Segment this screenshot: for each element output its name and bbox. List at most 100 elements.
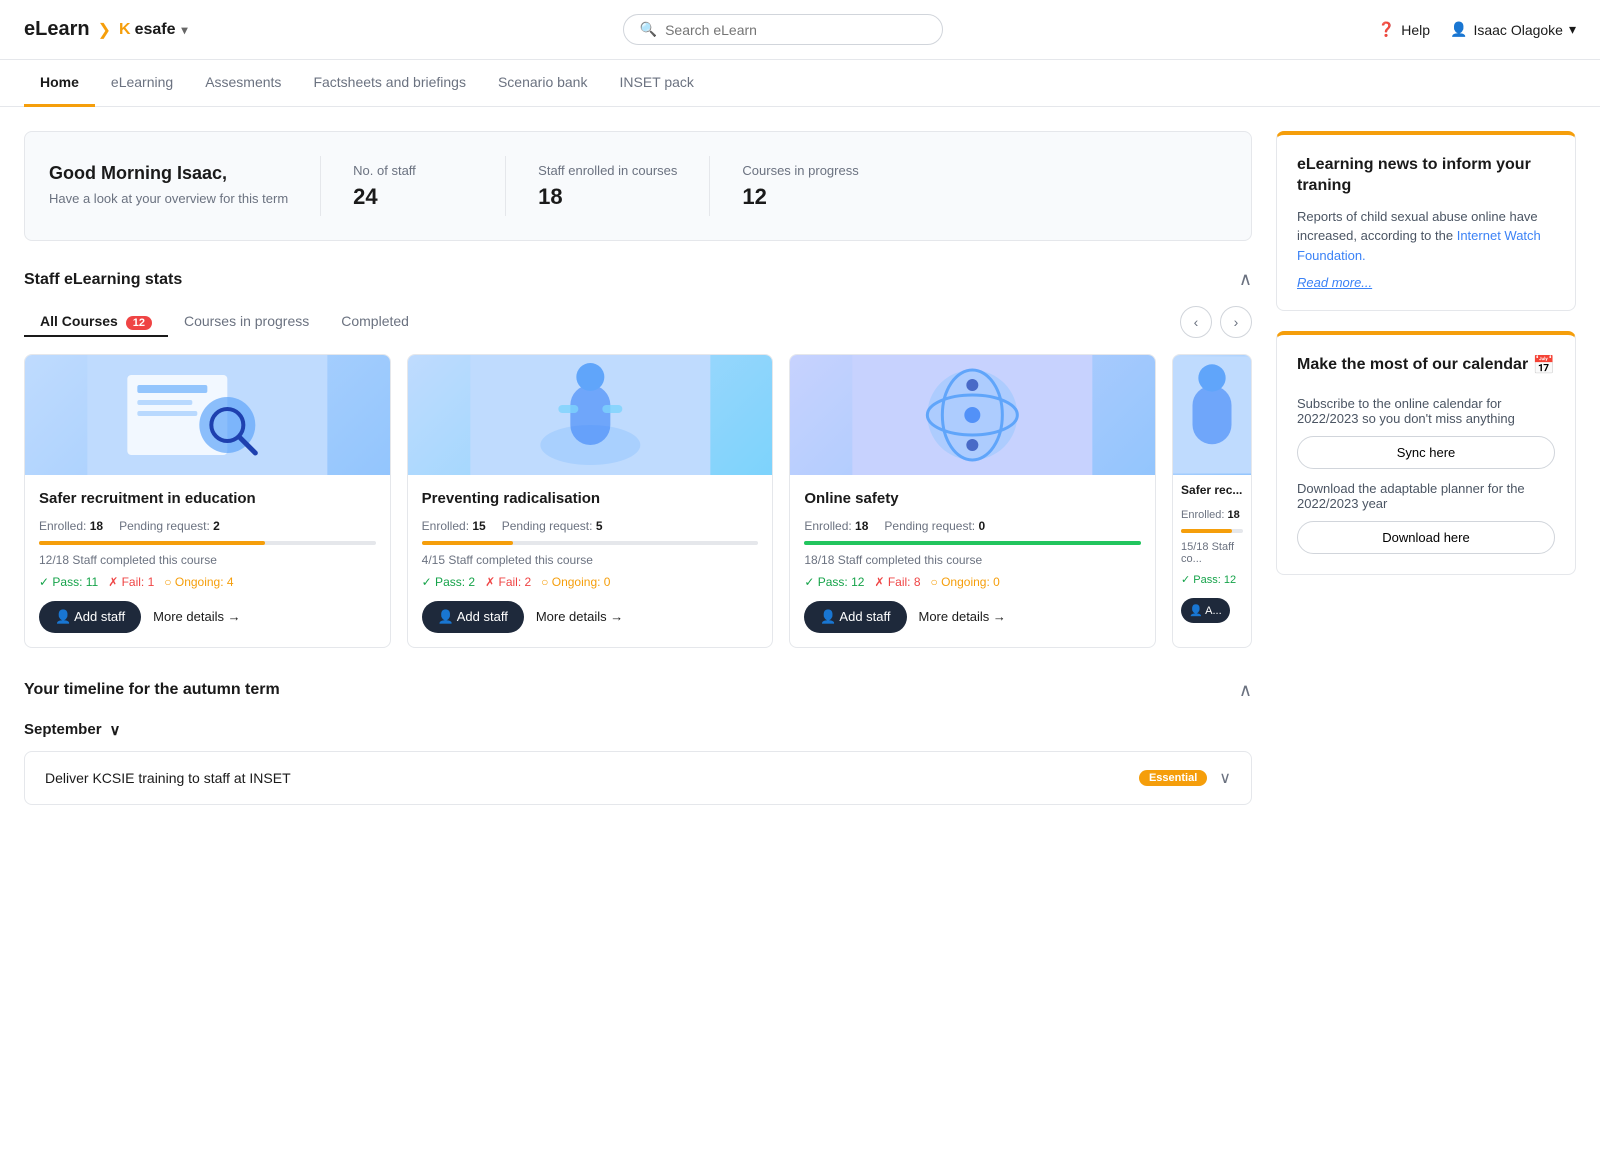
course-card-safer-4: Safer rec... Enrolled: 18 15/18 Staff co… [1172, 354, 1252, 648]
course-image-4 [1173, 355, 1251, 475]
more-details-link-2[interactable]: More details → [536, 609, 623, 624]
nav-item-factsheets[interactable]: Factsheets and briefings [297, 60, 482, 107]
progress-fill-2 [422, 541, 513, 545]
brand-label: esafe [135, 21, 176, 39]
timeline-item-chevron[interactable]: ∨ [1219, 768, 1231, 788]
sync-description: Subscribe to the online calendar for 202… [1297, 396, 1555, 426]
news-card-title: eLearning news to inform your traning [1297, 155, 1555, 197]
completed-text-4: 15/18 Staff co... [1181, 541, 1243, 565]
help-button[interactable]: ❓ Help [1378, 21, 1430, 38]
course-title-4: Safer rec... [1181, 483, 1243, 499]
prev-courses-button[interactable]: ‹ [1180, 306, 1212, 338]
timeline-item-text: Deliver KCSIE training to staff at INSET [45, 770, 291, 786]
header: eLearn ❯ Kesafe ▾ 🔍 ❓ Help 👤 Isaac Olago… [0, 0, 1600, 60]
completed-text-3: 18/18 Staff completed this course [804, 553, 1141, 567]
stat-label-progress: Courses in progress [742, 163, 862, 178]
timeline-section: Your timeline for the autumn term ∧ Sept… [24, 680, 1252, 805]
download-button[interactable]: Download here [1297, 521, 1555, 554]
help-label: Help [1401, 22, 1430, 38]
course-image-2 [408, 355, 773, 475]
course-title-1: Safer recruitment in education [39, 489, 376, 509]
progress-bar-1 [39, 541, 376, 545]
nav-item-scenario[interactable]: Scenario bank [482, 60, 604, 107]
course-title-2: Preventing radicalisation [422, 489, 759, 509]
course-image-1 [25, 355, 390, 475]
staff-stats-collapse-button[interactable]: ∧ [1239, 269, 1252, 290]
completed-text-2: 4/15 Staff completed this course [422, 553, 759, 567]
add-staff-button-2[interactable]: 👤 Add staff [422, 601, 524, 633]
ongoing-count-3: ○ Ongoing: 0 [931, 575, 1000, 589]
nav-item-inset[interactable]: INSET pack [603, 60, 709, 107]
search-input[interactable] [665, 22, 926, 38]
search-icon: 🔍 [640, 21, 657, 38]
pass-count-4: ✓ Pass: 12 [1181, 573, 1236, 586]
tab-in-progress[interactable]: Courses in progress [168, 307, 325, 337]
tab-completed[interactable]: Completed [325, 307, 425, 337]
timeline-item-kcsie: Deliver KCSIE training to staff at INSET… [24, 751, 1252, 805]
card-actions-1: 👤 Add staff More details → [39, 601, 376, 633]
next-courses-button[interactable]: › [1220, 306, 1252, 338]
timeline-collapse-button[interactable]: ∧ [1239, 680, 1252, 701]
card-actions-4: 👤 A... [1181, 598, 1243, 623]
sync-button[interactable]: Sync here [1297, 436, 1555, 469]
pass-fail-3: ✓ Pass: 12 ✗ Fail: 8 ○ Ongoing: 0 [804, 575, 1141, 589]
stat-value-enrolled: 18 [538, 184, 677, 210]
course-card-radicalisation: Preventing radicalisation Enrolled: 15 P… [407, 354, 774, 648]
course-body-2: Preventing radicalisation Enrolled: 15 P… [408, 475, 773, 647]
add-staff-button-1[interactable]: 👤 Add staff [39, 601, 141, 633]
stat-staff-count: No. of staff 24 [353, 163, 473, 210]
logo: eLearn [24, 18, 90, 41]
brand-k: K [119, 21, 131, 39]
september-dropdown-icon: ∨ [110, 721, 121, 739]
course-body-3: Online safety Enrolled: 18 Pending reque… [790, 475, 1155, 647]
course-tabs: All Courses 12 Courses in progress Compl… [24, 306, 1252, 338]
timeline-title: Your timeline for the autumn term [24, 681, 280, 699]
main-nav: Home eLearning Assesments Factsheets and… [0, 60, 1600, 107]
progress-bar-2 [422, 541, 759, 545]
header-right: ❓ Help 👤 Isaac Olagoke ▾ [1378, 21, 1576, 38]
card-actions-3: 👤 Add staff More details → [804, 601, 1141, 633]
course-meta-3: Enrolled: 18 Pending request: 0 [804, 519, 1141, 533]
user-dropdown-icon: ▾ [1569, 21, 1576, 38]
fail-count-3: ✗ Fail: 8 [874, 575, 920, 589]
nav-item-home[interactable]: Home [24, 60, 95, 107]
staff-stats-header: Staff eLearning stats ∧ [24, 269, 1252, 290]
course-card-online-safety: Online safety Enrolled: 18 Pending reque… [789, 354, 1156, 648]
course-meta-2: Enrolled: 15 Pending request: 5 [422, 519, 759, 533]
tab-all-courses[interactable]: All Courses 12 [24, 307, 168, 337]
iwf-link[interactable]: Internet Watch Foundation. [1297, 228, 1541, 263]
add-staff-button-3[interactable]: 👤 Add staff [804, 601, 906, 633]
course-nav: ‹ › [1180, 306, 1252, 338]
search-bar[interactable]: 🔍 [623, 14, 943, 45]
welcome-text: Good Morning Isaac, Have a look at your … [49, 163, 288, 208]
course-meta-4: Enrolled: 18 [1181, 509, 1243, 521]
brand-switcher[interactable]: Kesafe ▾ [119, 21, 188, 39]
breadcrumb-chevron: ❯ [98, 20, 111, 40]
september-header[interactable]: September ∨ [24, 721, 1252, 739]
nav-item-elearning[interactable]: eLearning [95, 60, 189, 107]
calendar-icon: 📅 [1533, 355, 1555, 376]
more-details-link-1[interactable]: More details → [153, 609, 240, 624]
all-courses-badge: 12 [126, 316, 152, 330]
user-menu[interactable]: 👤 Isaac Olagoke ▾ [1450, 21, 1576, 38]
timeline-header: Your timeline for the autumn term ∧ [24, 680, 1252, 701]
course-card-safer-recruitment: Safer recruitment in education Enrolled:… [24, 354, 391, 648]
add-staff-button-4[interactable]: 👤 A... [1181, 598, 1230, 623]
fail-count-1: ✗ Fail: 1 [108, 575, 154, 589]
pass-fail-1: ✓ Pass: 11 ✗ Fail: 1 ○ Ongoing: 4 [39, 575, 376, 589]
stat-in-progress: Courses in progress 12 [742, 163, 862, 210]
welcome-subtitle: Have a look at your overview for this te… [49, 190, 288, 208]
calendar-card-title: Make the most of our calendar [1297, 355, 1528, 376]
stat-label-enrolled: Staff enrolled in courses [538, 163, 677, 178]
nav-item-assessments[interactable]: Assesments [189, 60, 297, 107]
course-body-1: Safer recruitment in education Enrolled:… [25, 475, 390, 647]
page-body: Good Morning Isaac, Have a look at your … [0, 107, 1600, 829]
stats-divider-3 [709, 156, 710, 216]
completed-text-1: 12/18 Staff completed this course [39, 553, 376, 567]
calendar-card-header: Make the most of our calendar 📅 [1297, 355, 1555, 386]
stat-value-staff: 24 [353, 184, 473, 210]
fail-count-2: ✗ Fail: 2 [485, 575, 531, 589]
read-more-link[interactable]: Read more... [1297, 275, 1555, 290]
course-meta-1: Enrolled: 18 Pending request: 2 [39, 519, 376, 533]
more-details-link-3[interactable]: More details → [919, 609, 1006, 624]
